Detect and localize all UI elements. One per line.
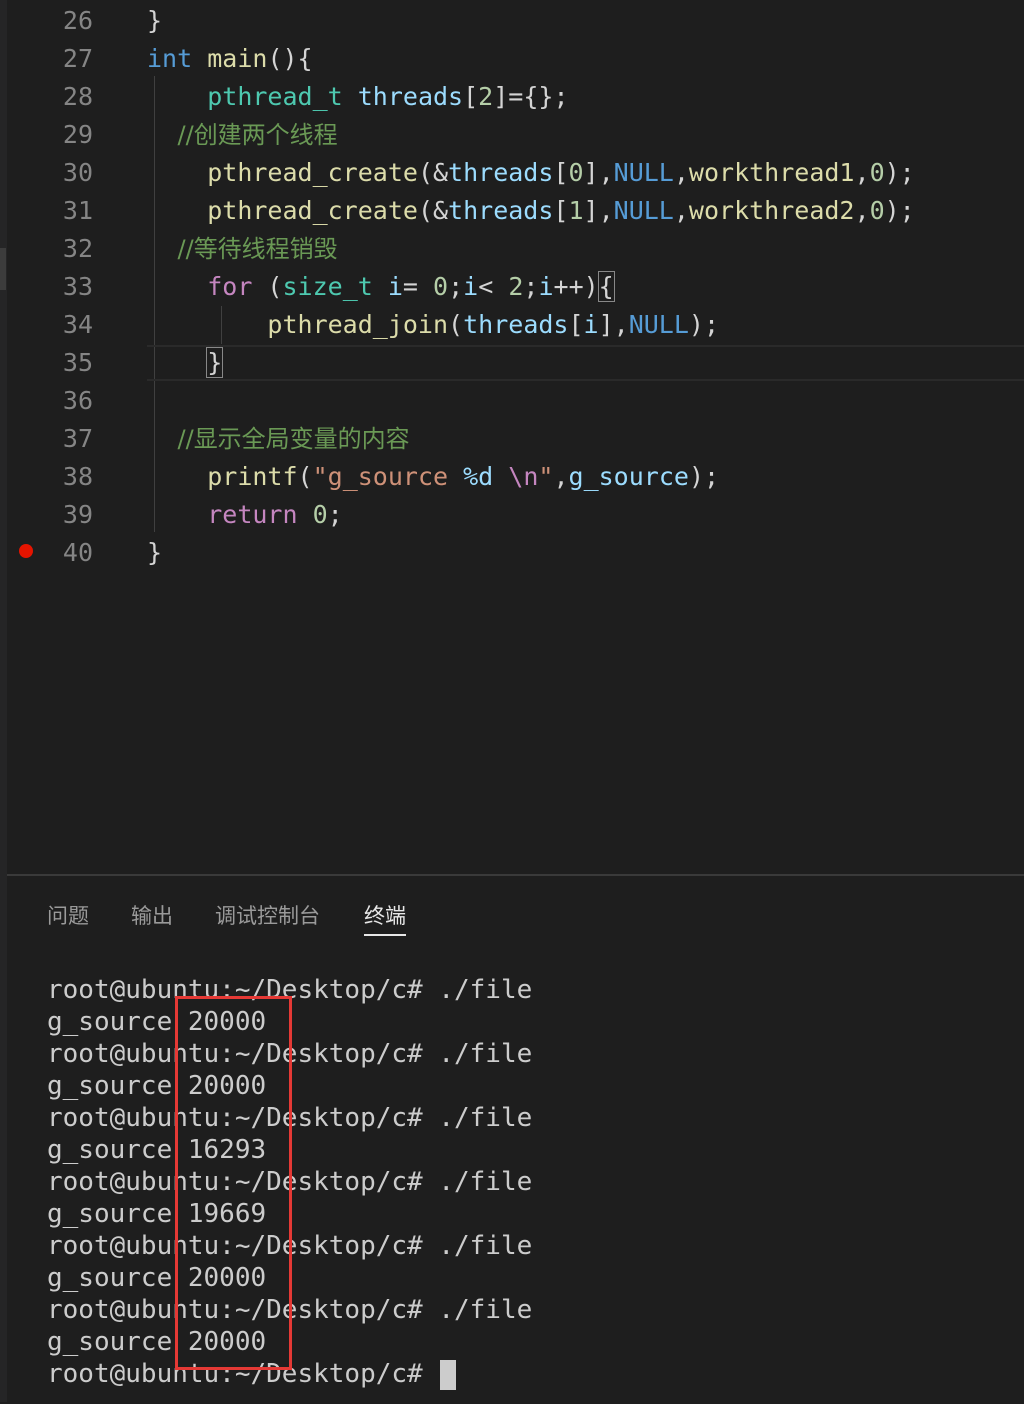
code-line[interactable]: 39 return 0;: [7, 496, 1024, 534]
code-comment: //等待线程销毁: [147, 235, 338, 263]
tab-terminal[interactable]: 终端: [364, 898, 406, 936]
code-comment: //创建两个线程: [147, 121, 338, 149]
code-comment: //显示全局变量的内容: [147, 425, 410, 453]
line-number: 31: [62, 196, 93, 225]
code-text: }: [147, 6, 163, 35]
line-number: 39: [62, 500, 93, 529]
line-number: 36: [62, 386, 93, 415]
line-number: 32: [62, 234, 93, 263]
code-line[interactable]: 31 pthread_create(&threads[1],NULL,workt…: [7, 192, 1024, 230]
code-text: int main(){: [147, 44, 313, 73]
line-number: 29: [62, 120, 93, 149]
code-line[interactable]: 32 //等待线程销毁: [7, 230, 1024, 268]
tab-problems[interactable]: 问题: [47, 898, 89, 934]
code-line[interactable]: 36: [7, 382, 1024, 420]
line-number: 38: [62, 462, 93, 491]
highlight-box: [175, 996, 292, 1370]
code-line[interactable]: 34 pthread_join(threads[i],NULL);: [7, 306, 1024, 344]
bottom-panel: 问题 输出 调试控制台 终端 root@ubuntu:~/Desktop/c# …: [7, 874, 1024, 1404]
code-line[interactable]: 33 for (size_t i= 0;i< 2;i++){: [7, 268, 1024, 306]
line-number: 37: [62, 424, 93, 453]
line-number: 40: [62, 538, 93, 567]
code-text: pthread_join(threads[i],NULL);: [267, 310, 720, 339]
code-text: }: [206, 347, 224, 378]
line-number: 27: [62, 44, 93, 73]
code-line[interactable]: 37 //显示全局变量的内容: [7, 420, 1024, 458]
scroll-marker: [0, 248, 6, 290]
code-text: pthread_create(&threads[0],NULL,workthre…: [207, 158, 915, 187]
code-text: pthread_t threads[2]={};: [207, 82, 569, 111]
activity-strip: [0, 0, 7, 1402]
tab-output[interactable]: 输出: [131, 898, 173, 934]
code-line[interactable]: 26 }: [7, 2, 1024, 40]
panel-tabs: 问题 输出 调试控制台 终端: [7, 876, 1024, 946]
code-editor[interactable]: 26 } 27 int main(){ 28 pthread_t threads…: [7, 0, 1024, 872]
code-line[interactable]: 27 int main(){: [7, 40, 1024, 78]
code-line[interactable]: 29 //创建两个线程: [7, 116, 1024, 154]
code-line[interactable]: 35 }: [7, 344, 1024, 382]
line-number: 33: [62, 272, 93, 301]
line-number: 28: [62, 82, 93, 111]
code-line[interactable]: 40 }: [7, 534, 1024, 572]
code-text: printf("g_source %d \n",g_source);: [207, 462, 720, 491]
tab-debug-console[interactable]: 调试控制台: [215, 898, 320, 934]
code-text: for (size_t i= 0;i< 2;i++){: [207, 271, 615, 302]
code-line[interactable]: 38 printf("g_source %d \n",g_source);: [7, 458, 1024, 496]
line-number: 35: [62, 348, 93, 377]
line-number: 26: [62, 6, 93, 35]
line-number: 30: [62, 158, 93, 187]
line-number: 34: [62, 310, 93, 339]
code-text: pthread_create(&threads[1],NULL,workthre…: [207, 196, 915, 225]
code-line[interactable]: 28 pthread_t threads[2]={};: [7, 78, 1024, 116]
code-line[interactable]: 30 pthread_create(&threads[0],NULL,workt…: [7, 154, 1024, 192]
code-text: }: [147, 538, 163, 567]
terminal-cursor: [440, 1359, 457, 1390]
code-text: return 0;: [207, 500, 343, 529]
